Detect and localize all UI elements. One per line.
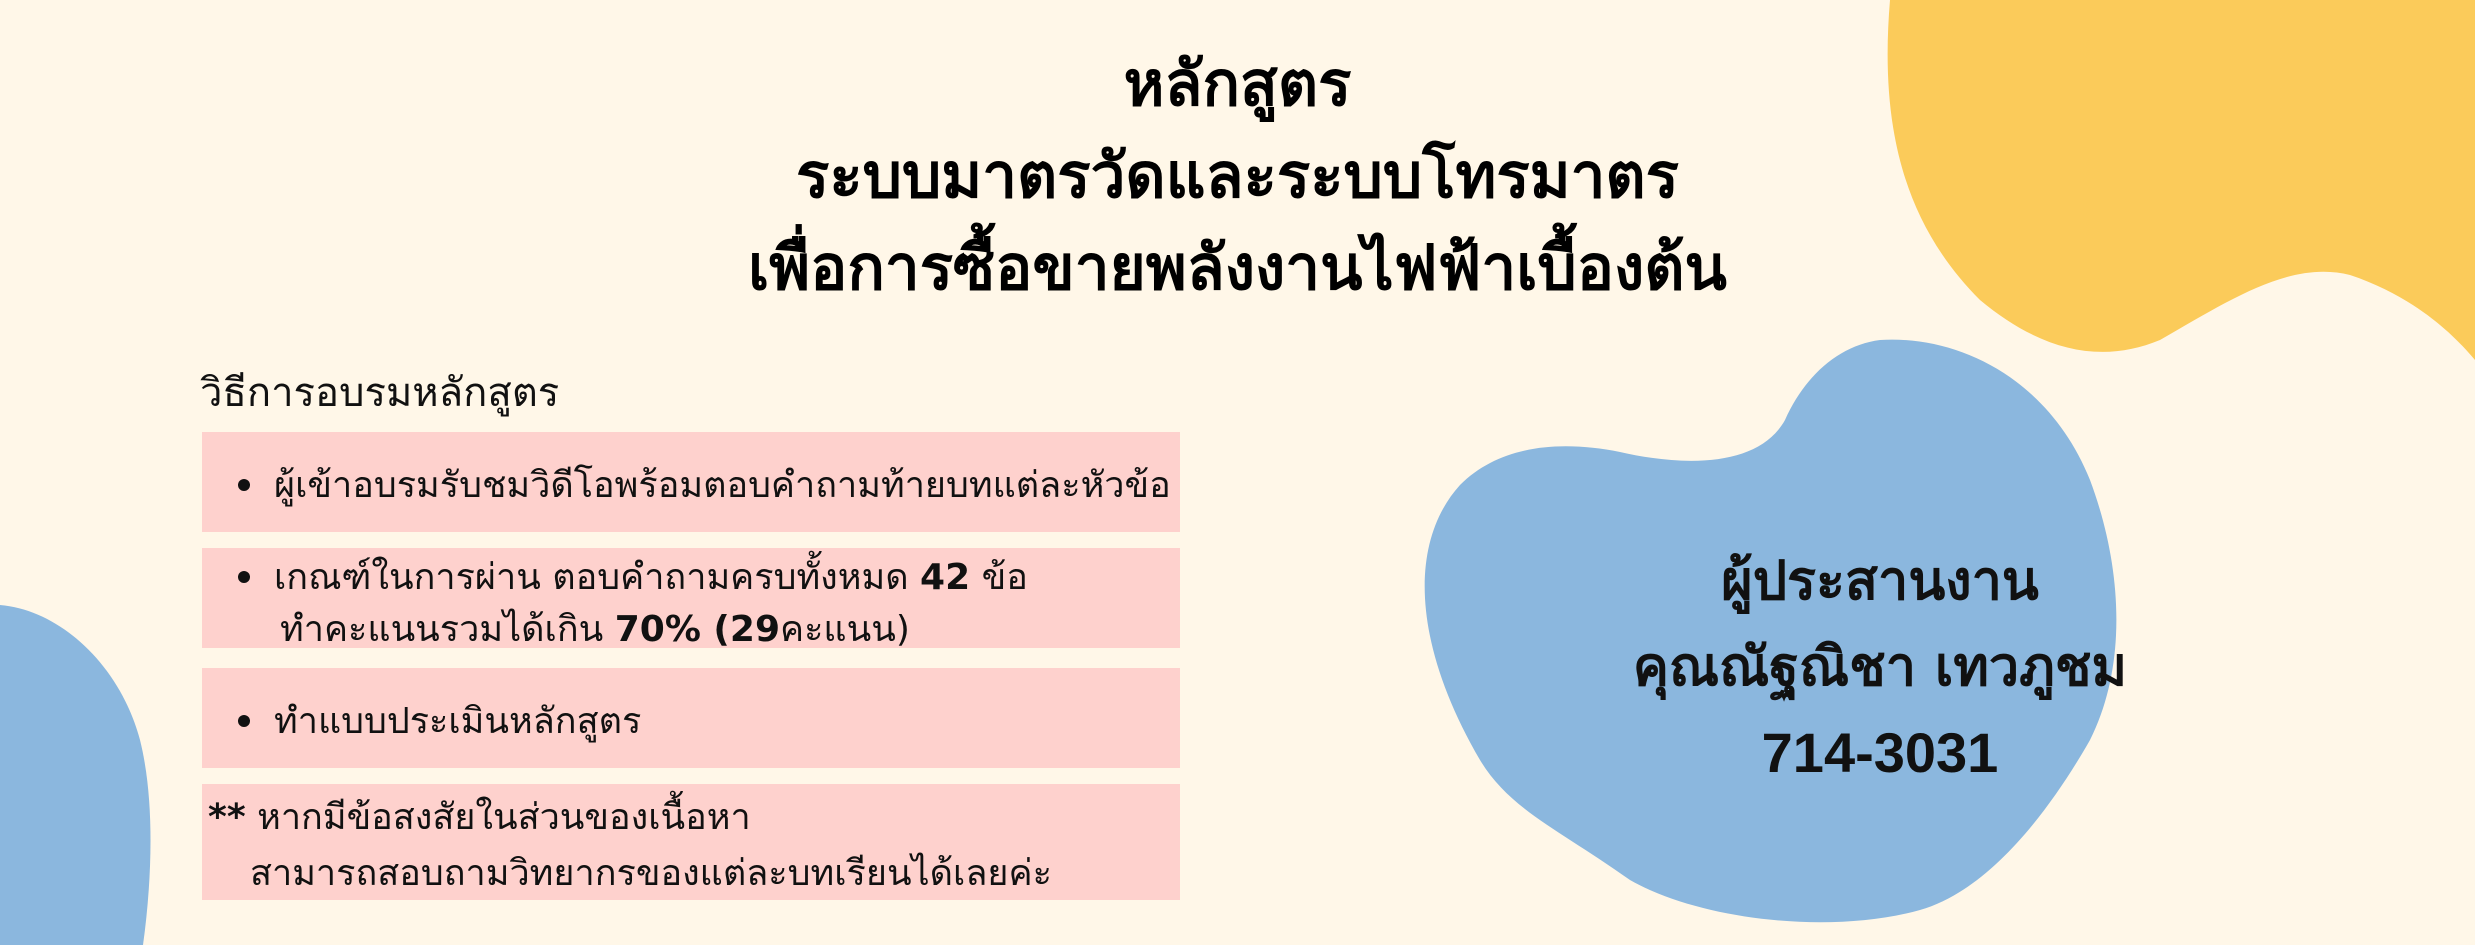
coordinator-label: ผู้ประสานงาน: [1721, 549, 2039, 612]
bullet-icon: [238, 570, 250, 583]
training-step-3-text: ทำแบบประเมินหลักสูตร: [274, 701, 642, 742]
note-line-2: สามารถสอบถามวิทยากรของแต่ละบทเรียนได้เลย…: [250, 853, 1052, 894]
title-line-1: หลักสูตร: [1123, 47, 1352, 120]
bullet-icon: [238, 478, 250, 491]
coordinator-phone: 714-3031: [1761, 721, 1999, 784]
note-box: ** หากมีข้อสงสัยในส่วนของเนื้อหา สามารถส…: [202, 784, 1180, 900]
note-line-1-text: หากมีข้อสงสัยในส่วนของเนื้อหา: [245, 797, 751, 838]
score-prefix: ทำคะแนนรวมได้เกิน: [280, 609, 615, 650]
page: หลักสูตร ระบบมาตรวัดและระบบโทรมาตร เพื่อ…: [0, 0, 2475, 945]
title-line-2: ระบบมาตรวัดและระบบโทรมาตร: [796, 139, 1679, 212]
course-title: หลักสูตร ระบบมาตรวัดและระบบโทรมาตร เพื่อ…: [0, 38, 2475, 314]
question-count: 42: [920, 557, 971, 598]
note-line-1: ** หากมีข้อสงสัยในส่วนของเนื้อหา: [208, 788, 751, 845]
bullet-item: ทำแบบประเมินหลักสูตร: [238, 692, 641, 749]
pass-percent: 70%: [614, 609, 701, 650]
title-line-3: เพื่อการซื้อขายพลังงานไฟฟ้าเบื้องต้น: [748, 231, 1727, 304]
score-unit: คะแนน): [780, 609, 910, 650]
question-unit: ข้อ: [970, 557, 1028, 598]
blue-blob-left-shape: [0, 605, 151, 945]
coordinator-name: คุณณัฐณิชา เทวภูชม: [1632, 635, 2128, 698]
score-open-paren: (: [700, 609, 730, 650]
bullet-icon: [238, 714, 250, 727]
bullet-item: ผู้เข้าอบรมรับชมวิดีโอพร้อมตอบคำถามท้ายบ…: [238, 456, 1171, 513]
training-step-box-1: ผู้เข้าอบรมรับชมวิดีโอพร้อมตอบคำถามท้ายบ…: [202, 432, 1180, 532]
pass-score: 29: [729, 609, 780, 650]
coordinator-contact: ผู้ประสานงาน คุณณัฐณิชา เทวภูชม 714-3031: [1480, 538, 2280, 796]
pass-criteria-line1: เกณฑ์ในการผ่าน ตอบคำถามครบทั้งหมด 42 ข้อ: [274, 548, 1028, 605]
training-step-box-3: ทำแบบประเมินหลักสูตร: [202, 668, 1180, 768]
pass-criteria-prefix: เกณฑ์ในการผ่าน ตอบคำถามครบทั้งหมด: [274, 557, 921, 598]
bullet-item: เกณฑ์ในการผ่าน ตอบคำถามครบทั้งหมด 42 ข้อ: [238, 548, 1028, 605]
training-step-box-2: เกณฑ์ในการผ่าน ตอบคำถามครบทั้งหมด 42 ข้อ…: [202, 548, 1180, 650]
training-method-heading: วิธีการอบรมหลักสูตร: [200, 370, 560, 416]
pass-criteria-line2: ทำคะแนนรวมได้เกิน 70% (29คะแนน): [280, 600, 910, 657]
note-asterisks: **: [208, 797, 246, 838]
training-step-1-text: ผู้เข้าอบรมรับชมวิดีโอพร้อมตอบคำถามท้ายบ…: [274, 465, 1171, 506]
